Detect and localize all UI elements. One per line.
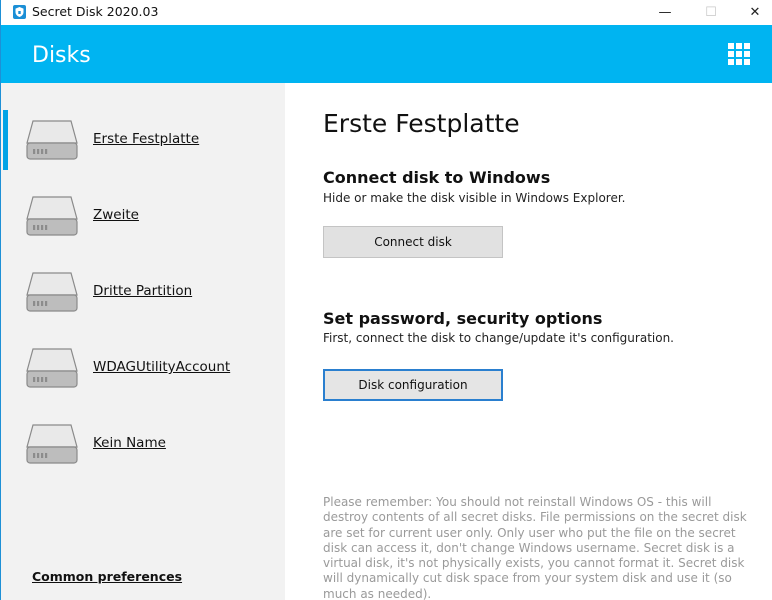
disk-configuration-button[interactable]: Disk configuration	[323, 369, 503, 401]
common-preferences-link[interactable]: Common preferences	[32, 569, 182, 584]
config-section-description: First, connect the disk to change/update…	[323, 331, 674, 345]
minimize-button[interactable]: —	[642, 0, 688, 25]
sidebar-item-disk[interactable]: Erste Festplatte	[1, 83, 285, 170]
sidebar-item-disk[interactable]: Kein Name	[1, 387, 285, 464]
connect-section-description: Hide or make the disk visible in Windows…	[323, 191, 626, 205]
window-title: Secret Disk 2020.03	[32, 4, 159, 19]
close-button[interactable]: ✕	[732, 0, 772, 25]
sidebar-item-disk[interactable]: Zweite	[1, 159, 285, 236]
disk-label[interactable]: Dritte Partition	[93, 283, 192, 299]
hard-disk-icon	[26, 196, 78, 236]
disk-label[interactable]: Erste Festplatte	[93, 131, 199, 147]
connect-disk-button[interactable]: Connect disk	[323, 226, 503, 258]
hard-disk-icon	[26, 120, 78, 160]
sidebar-item-disk[interactable]: WDAGUtilityAccount	[1, 311, 285, 388]
hard-disk-icon	[26, 348, 78, 388]
maximize-button[interactable]: ☐	[688, 0, 734, 25]
connect-section-title: Connect disk to Windows	[323, 168, 551, 187]
header-bar: Disks	[1, 25, 772, 83]
title-bar[interactable]: Secret Disk 2020.03 — ☐ ✕	[1, 0, 772, 25]
disk-label[interactable]: Kein Name	[93, 435, 166, 451]
disk-label[interactable]: Zweite	[93, 207, 139, 223]
warning-notice: Please remember: You should not reinstal…	[323, 495, 747, 600]
disk-label[interactable]: WDAGUtilityAccount	[93, 359, 230, 375]
shield-icon	[13, 5, 26, 19]
page-title: Erste Festplatte	[323, 109, 520, 138]
hard-disk-icon	[26, 272, 78, 312]
hard-disk-icon	[26, 424, 78, 464]
sidebar-item-disk[interactable]: Dritte Partition	[1, 235, 285, 312]
app-window: Secret Disk 2020.03 — ☐ ✕ Disks Erste Fe…	[0, 0, 772, 600]
disk-sidebar: Erste Festplatte Zweite Dritte Partition	[1, 83, 285, 600]
config-section-title: Set password, security options	[323, 309, 603, 328]
grid-apps-icon[interactable]	[728, 43, 751, 66]
header-title: Disks	[32, 43, 91, 68]
